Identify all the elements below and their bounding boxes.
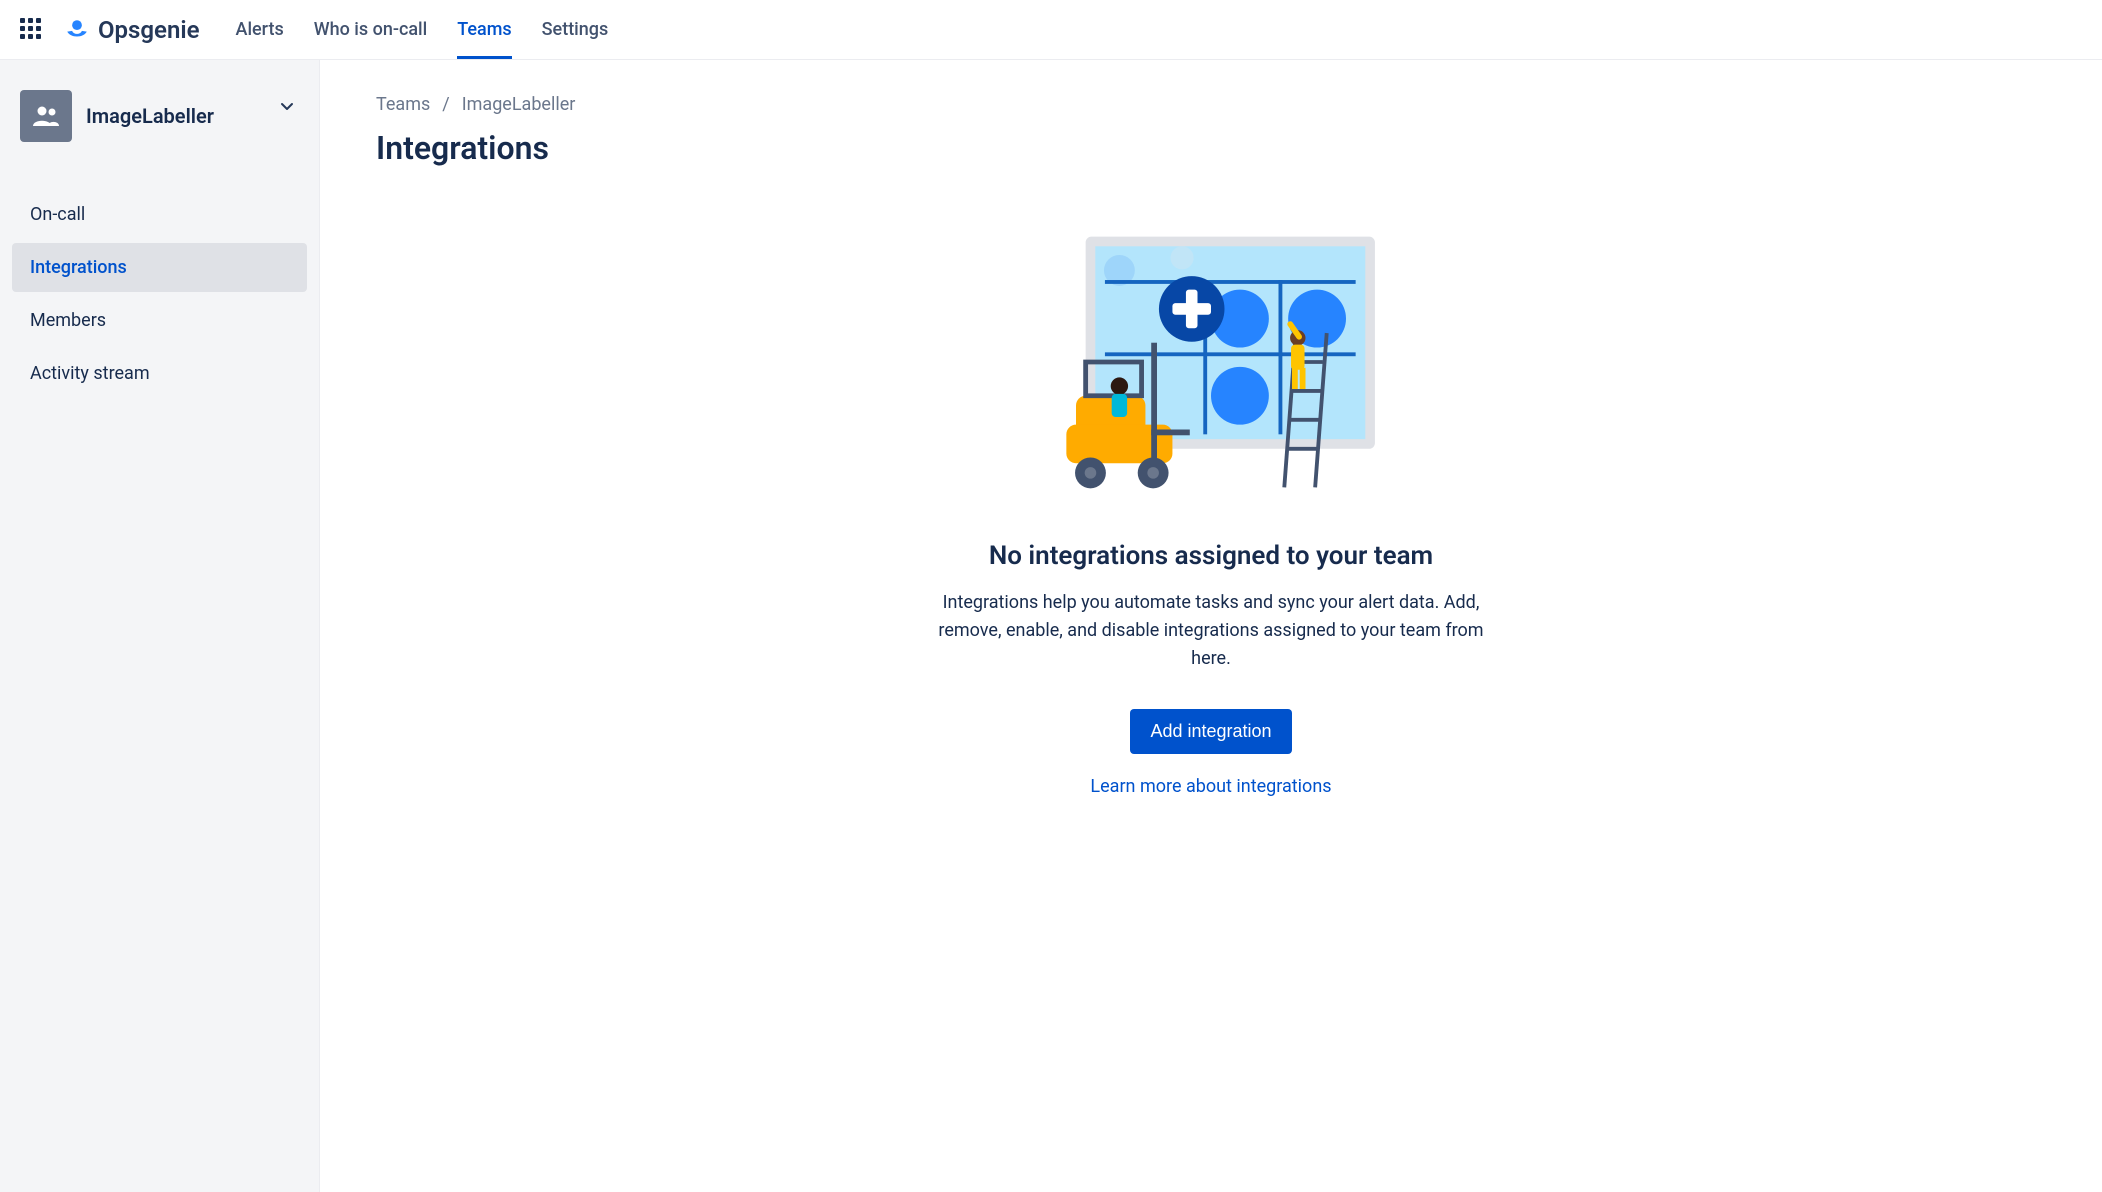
breadcrumb-separator: /	[442, 94, 449, 115]
learn-more-link[interactable]: Learn more about integrations	[921, 776, 1501, 797]
team-name: ImageLabeller	[86, 104, 214, 128]
empty-state-title: No integrations assigned to your team	[921, 541, 1501, 571]
sidebar-item-integrations[interactable]: Integrations	[12, 243, 307, 292]
product-logo[interactable]: Opsgenie	[64, 16, 200, 44]
team-selector[interactable]: ImageLabeller	[12, 80, 307, 152]
main-content: Teams / ImageLabeller Integrations	[320, 60, 2102, 1192]
nav-teams[interactable]: Teams	[457, 1, 511, 58]
top-navigation: Opsgenie Alerts Who is on-call Teams Set…	[0, 0, 2102, 60]
sidebar-item-activity-stream[interactable]: Activity stream	[12, 349, 307, 398]
app-switcher-icon[interactable]	[20, 18, 44, 42]
people-icon	[31, 104, 61, 128]
chevron-down-icon	[279, 98, 295, 114]
product-name: Opsgenie	[98, 16, 200, 44]
empty-state-illustration	[1036, 227, 1386, 497]
sidebar: ImageLabeller On-call Integrations Membe…	[0, 60, 320, 1192]
nav-items: Alerts Who is on-call Teams Settings	[236, 1, 609, 58]
empty-state: No integrations assigned to your team In…	[921, 227, 1501, 797]
empty-state-description: Integrations help you automate tasks and…	[921, 589, 1501, 673]
page-title: Integrations	[376, 129, 2046, 167]
nav-who-is-on-call[interactable]: Who is on-call	[314, 1, 427, 58]
team-badge-icon	[20, 90, 72, 142]
add-integration-button[interactable]: Add integration	[1130, 709, 1291, 754]
sidebar-item-on-call[interactable]: On-call	[12, 190, 307, 239]
breadcrumb-current[interactable]: ImageLabeller	[462, 94, 576, 115]
breadcrumb: Teams / ImageLabeller	[376, 94, 2046, 115]
sidebar-item-members[interactable]: Members	[12, 296, 307, 345]
nav-alerts[interactable]: Alerts	[236, 1, 284, 58]
breadcrumb-root[interactable]: Teams	[376, 94, 430, 115]
opsgenie-icon	[64, 17, 90, 43]
nav-settings[interactable]: Settings	[542, 1, 609, 58]
